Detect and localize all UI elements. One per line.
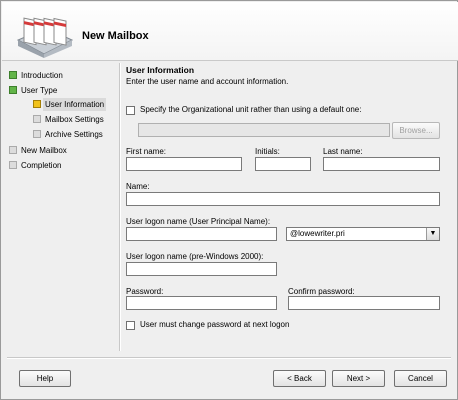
last-name-field[interactable] bbox=[323, 157, 440, 171]
status-pending-icon bbox=[33, 115, 41, 123]
must-change-password-label: User must change password at next logon bbox=[140, 320, 290, 329]
next-button[interactable]: Next > bbox=[332, 370, 385, 387]
confirm-password-label: Confirm password: bbox=[288, 287, 355, 296]
pre2000-field[interactable] bbox=[126, 262, 277, 276]
last-name-label: Last name: bbox=[323, 147, 363, 156]
pre2000-label: User logon name (pre-Windows 2000): bbox=[126, 252, 264, 261]
initials-field[interactable] bbox=[255, 157, 311, 171]
section-description: Enter the user name and account informat… bbox=[126, 77, 289, 86]
status-pending-icon bbox=[9, 161, 17, 169]
chevron-down-icon[interactable]: ▼ bbox=[426, 228, 439, 240]
wizard-header: New Mailbox bbox=[2, 2, 458, 61]
password-label: Password: bbox=[126, 287, 164, 296]
first-name-field[interactable] bbox=[126, 157, 242, 171]
browse-button[interactable]: Browse... bbox=[392, 122, 440, 139]
nav-step-label: Completion bbox=[21, 161, 62, 170]
mailbox-icon bbox=[16, 17, 74, 58]
section-title: User Information bbox=[126, 65, 195, 75]
upn-field[interactable] bbox=[126, 227, 277, 241]
name-label: Name: bbox=[126, 182, 150, 191]
domain-select-value: @lowewriter.pri bbox=[290, 229, 345, 238]
footer-divider-highlight bbox=[7, 358, 451, 359]
back-button[interactable]: < Back bbox=[273, 370, 326, 387]
ou-field[interactable] bbox=[138, 123, 390, 137]
specify-ou-label: Specify the Organizational unit rather t… bbox=[140, 105, 362, 114]
nav-step-label: Introduction bbox=[21, 71, 63, 80]
specify-ou-checkbox[interactable] bbox=[126, 106, 135, 115]
status-complete-icon bbox=[9, 71, 17, 79]
upn-label: User logon name (User Principal Name): bbox=[126, 217, 271, 226]
status-complete-icon bbox=[9, 86, 17, 94]
name-field[interactable] bbox=[126, 192, 440, 206]
help-button[interactable]: Help bbox=[19, 370, 71, 387]
nav-step-label: User Information bbox=[43, 98, 107, 111]
nav-divider-highlight bbox=[120, 63, 121, 351]
confirm-password-field[interactable] bbox=[288, 296, 440, 310]
password-field[interactable] bbox=[126, 296, 277, 310]
status-pending-icon bbox=[33, 130, 41, 138]
page-title: New Mailbox bbox=[82, 30, 149, 42]
cancel-button[interactable]: Cancel bbox=[394, 370, 447, 387]
nav-step-label: Archive Settings bbox=[45, 130, 103, 139]
status-current-icon bbox=[33, 100, 41, 108]
domain-select[interactable]: @lowewriter.pri ▼ bbox=[286, 227, 440, 241]
nav-step-label: User Type bbox=[21, 86, 58, 95]
initials-label: Initials: bbox=[255, 147, 280, 156]
first-name-label: First name: bbox=[126, 147, 167, 156]
must-change-password-checkbox[interactable] bbox=[126, 321, 135, 330]
status-pending-icon bbox=[9, 146, 17, 154]
nav-step-label: New Mailbox bbox=[21, 146, 67, 155]
browse-button-label: Browse... bbox=[399, 126, 433, 135]
wizard-window: New Mailbox Introduction User Type User … bbox=[0, 0, 458, 400]
nav-step-label: Mailbox Settings bbox=[45, 115, 104, 124]
